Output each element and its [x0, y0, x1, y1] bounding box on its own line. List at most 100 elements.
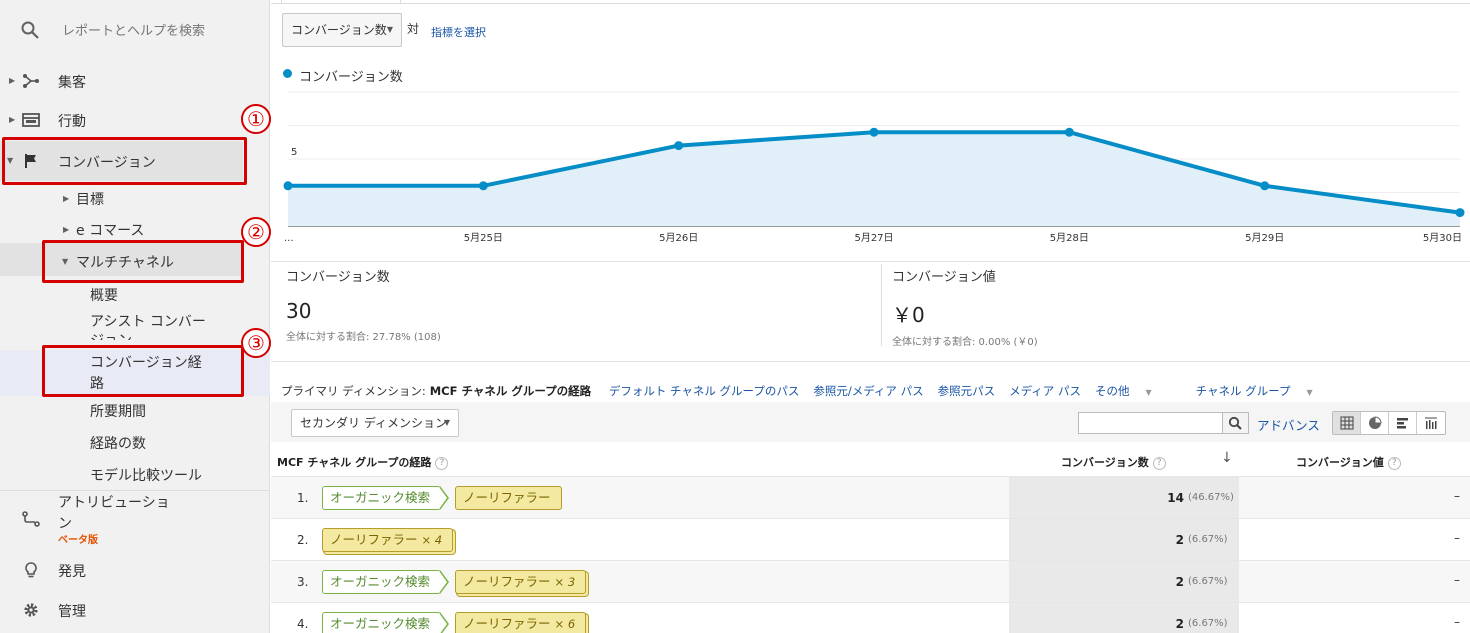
series-area	[288, 132, 1460, 226]
x-tick-label: 5月29日	[1245, 232, 1284, 244]
col-header-conversion-value[interactable]: コンバージョン値?	[1296, 454, 1401, 470]
kpi-bottom-divider	[271, 361, 1470, 362]
conversion-value: –	[1454, 489, 1460, 503]
nav-goals[interactable]: 目標	[76, 189, 104, 209]
acquisition-icon	[23, 74, 39, 88]
legend-marker	[283, 69, 292, 78]
dim-source-path[interactable]: 参照元パス	[938, 384, 996, 398]
sidebar: レポートとヘルプを検索 ▶ 集客 ▶ 行動 ▼ コンバージョン ① ▶ 目標 ▶…	[0, 0, 271, 633]
nav-behavior[interactable]: ▶ 行動	[0, 104, 270, 136]
beta-badge: ベータ版	[58, 535, 98, 546]
annotation-box-1	[2, 137, 247, 185]
channel-chip-label: ノーリファラー	[463, 574, 551, 589]
caret-right-icon: ▶	[9, 76, 16, 85]
kpi-conversions-sub: 全体に対する割合: 27.78% (108)	[286, 332, 441, 343]
lightbulb-icon	[25, 562, 37, 578]
help-icon[interactable]: ?	[435, 456, 449, 470]
nav-assisted-conversions-clip: ジョン	[90, 328, 240, 340]
kpi-conversion-value: コンバージョン値 ￥0 全体に対する割合: 0.00% (￥0)	[892, 266, 1038, 348]
dim-default-channel-path[interactable]: デフォルト チャネル グループのパス	[609, 384, 800, 398]
channel-chip-label: ノーリファラー	[463, 490, 551, 505]
nav-path-length[interactable]: 経路の数	[90, 433, 146, 453]
nav-discover-label: 発見	[58, 564, 86, 580]
metric-dropdown-label: コンバージョン数	[291, 23, 387, 37]
nav-discover[interactable]: 発見	[0, 554, 270, 586]
nav-time-lag[interactable]: 所要期間	[90, 401, 146, 421]
dim-medium-path[interactable]: メディア パス	[1009, 384, 1081, 398]
col-header-conversions[interactable]: コンバージョン数?	[1061, 454, 1166, 470]
x-tick-label: 5月28日	[1050, 232, 1089, 244]
channel-chip-direct[interactable]: ノーリファラー	[455, 486, 562, 510]
nav-admin-label: 管理	[58, 604, 86, 620]
comparison-icon	[1425, 417, 1437, 429]
channel-chip-label: ノーリファラー	[330, 532, 418, 547]
conversions-percent: (6.67%)	[1188, 576, 1228, 587]
comparison-view-button[interactable]	[1417, 412, 1445, 434]
x-tick-label: ...	[284, 233, 294, 244]
legend-label: コンバージョン数	[299, 70, 403, 85]
nav-acquisition-label: 集客	[58, 75, 86, 91]
nav-admin[interactable]: 管理	[0, 594, 270, 626]
search-icon	[1228, 416, 1242, 430]
select-metric-link[interactable]: 指標を選択	[431, 24, 486, 40]
channel-chip-multiplier: × 6	[554, 617, 576, 631]
col-header-path[interactable]: MCF チャネル グループの経路?	[277, 454, 449, 470]
conversions-percent: (6.67%)	[1188, 534, 1228, 545]
table-row[interactable]: 3. オーガニック検索 ノーリファラー × 3 2 (6.67%) –	[271, 560, 1470, 602]
kpi-divider	[881, 264, 882, 346]
channel-chip-organic-search[interactable]: オーガニック検索	[322, 570, 442, 594]
kpi-conversions-label: コンバージョン数	[286, 270, 390, 285]
pie-view-button[interactable]	[1361, 412, 1389, 434]
table-search-input[interactable]	[1078, 412, 1223, 434]
dim-source-medium-path[interactable]: 参照元/メディア パス	[813, 384, 923, 398]
channel-chip-multiplier: × 3	[554, 575, 576, 589]
x-tick-label: 5月27日	[854, 232, 893, 244]
tab-active[interactable]	[281, 0, 401, 4]
primary-dimension-selected[interactable]: MCF チャネル グループの経路	[430, 384, 591, 398]
channel-chip-direct[interactable]: ノーリファラー × 6	[455, 612, 587, 633]
vs-label: 対	[407, 22, 420, 36]
channel-chip-direct[interactable]: ノーリファラー × 4	[322, 528, 454, 552]
nav-ecommerce[interactable]: e コマース	[76, 220, 144, 240]
table-row[interactable]: 4. オーガニック検索 ノーリファラー × 6 2 (6.67%) –	[271, 602, 1470, 633]
table-row[interactable]: 2. ノーリファラー × 4 2 (6.67%) –	[271, 518, 1470, 560]
table-view-button[interactable]	[1333, 412, 1361, 434]
advanced-filter-link[interactable]: アドバンス	[1257, 415, 1320, 434]
channel-chip-label: ノーリファラー	[463, 616, 551, 631]
pie-chart-icon	[1368, 416, 1382, 429]
x-tick-label: 5月26日	[659, 232, 698, 244]
chart-divider	[271, 261, 1470, 262]
bar-chart-icon	[1396, 418, 1408, 429]
line-chart: 10 5... 5月25日 5月26日 5月27日 5月28日 5月29日 5月30日	[283, 88, 1465, 244]
table-row[interactable]: 1. オーガニック検索 ノーリファラー 14 (46.67%) –	[271, 476, 1470, 518]
data-point	[1455, 208, 1465, 218]
caret-right-icon: ▶	[63, 194, 70, 203]
channel-chip-label: オーガニック検索	[330, 490, 431, 505]
sort-desc-icon[interactable]: ↓	[1221, 450, 1233, 466]
channel-chip-direct[interactable]: ノーリファラー × 3	[455, 570, 587, 594]
conversions-value: 2	[1175, 533, 1184, 547]
help-icon[interactable]: ?	[1152, 456, 1166, 470]
report-search[interactable]: レポートとヘルプを検索	[0, 0, 270, 58]
chevron-right-icon-inner	[439, 487, 448, 509]
search-placeholder: レポートとヘルプを検索	[62, 24, 206, 39]
nav-mcf-overview[interactable]: 概要	[90, 285, 118, 305]
metric-dropdown[interactable]: コンバージョン数 ▼	[282, 13, 402, 47]
help-icon[interactable]: ?	[1387, 456, 1401, 470]
primary-dimension-label: プライマリ ディメンション:	[281, 384, 426, 398]
channel-chip-organic-search[interactable]: オーガニック検索	[322, 612, 442, 633]
row-index: 3.	[297, 575, 309, 589]
dropdown-arrow-icon: ▼	[1306, 388, 1313, 397]
nav-model-comparison[interactable]: モデル比較ツール	[90, 465, 202, 485]
performance-view-button[interactable]	[1389, 412, 1417, 434]
channel-chip-organic-search[interactable]: オーガニック検索	[322, 486, 442, 510]
table-search-button[interactable]	[1222, 412, 1249, 434]
conversions-value: 2	[1175, 617, 1184, 631]
nav-attribution[interactable]: アトリビューショ ン	[0, 491, 270, 543]
secondary-dimension-dropdown[interactable]: セカンダリ ディメンション ▼	[291, 409, 459, 437]
dim-other[interactable]: その他 ▼	[1095, 384, 1166, 398]
gear-icon	[24, 603, 38, 617]
nav-acquisition[interactable]: ▶ 集客	[0, 65, 270, 97]
dim-channel-group[interactable]: チャネル グループ ▼	[1196, 384, 1327, 398]
conversions-value: 14	[1167, 491, 1184, 505]
